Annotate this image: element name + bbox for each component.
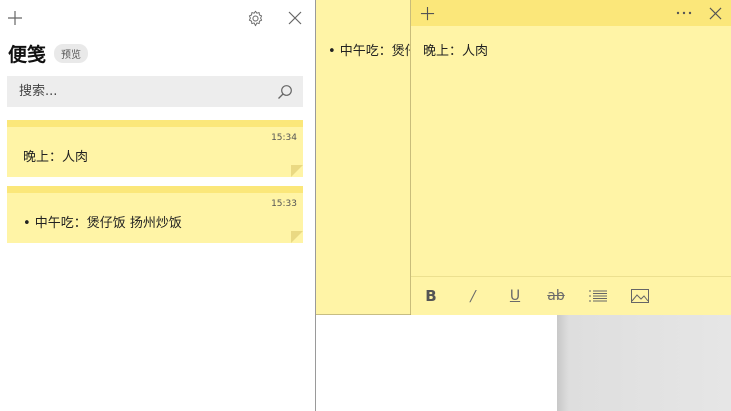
- bold-button[interactable]: B: [414, 277, 448, 315]
- plus-icon: [8, 11, 22, 25]
- close-note-button[interactable]: [705, 3, 725, 23]
- note-titlebar[interactable]: [411, 0, 731, 26]
- note-card[interactable]: 15:34 晚上：人肉: [7, 120, 303, 177]
- strikethrough-button[interactable]: ab: [539, 277, 573, 315]
- note-fold-corner: [291, 231, 303, 243]
- note-card[interactable]: 15:33 • 中午吃：煲仔饭 扬州炒饭: [7, 186, 303, 243]
- app-title: 便笺: [8, 44, 47, 66]
- list-icon: [589, 290, 607, 302]
- note-preview-text: 晚上：人肉: [23, 150, 89, 165]
- note-editor-text: 晚上：人肉: [423, 44, 489, 59]
- plus-icon: [420, 6, 434, 20]
- search-button[interactable]: [275, 82, 295, 102]
- italic-button[interactable]: /: [456, 277, 490, 315]
- title-row: 便笺 预览: [8, 40, 89, 67]
- gear-icon: [248, 10, 262, 26]
- note-editor[interactable]: 晚上：人肉: [423, 40, 488, 59]
- background-note-window[interactable]: • 中午吃：煲仔饭: [316, 0, 411, 315]
- search-input[interactable]: [7, 76, 279, 107]
- note-timestamp: 15:33: [271, 199, 297, 209]
- image-icon: [631, 289, 649, 303]
- more-icon: [676, 11, 692, 15]
- note-timestamp: 15:34: [271, 133, 297, 143]
- notes-list-panel: 便笺 预览 15:34 晚上：人肉 15:33 • 中午吃：煲仔饭 扬州炒饭: [0, 0, 315, 411]
- note-window: 晚上：人肉 B / U ab: [410, 0, 731, 315]
- insert-image-button[interactable]: [623, 277, 657, 315]
- bullet-list-button[interactable]: [581, 277, 615, 315]
- note-fold-corner: [291, 165, 303, 177]
- close-list-button[interactable]: [285, 8, 305, 28]
- search-box: [7, 76, 303, 107]
- search-icon: [278, 85, 292, 99]
- background-note-text: • 中午吃：煲仔饭: [328, 44, 411, 59]
- window-shadow: [557, 314, 731, 411]
- more-options-button[interactable]: [673, 3, 695, 23]
- settings-button[interactable]: [245, 8, 265, 28]
- close-icon: [709, 7, 721, 19]
- close-icon: [288, 11, 302, 25]
- preview-badge: 预览: [54, 44, 89, 63]
- new-note-button[interactable]: [5, 8, 25, 28]
- new-note-button[interactable]: [417, 3, 437, 23]
- format-toolbar: B / U ab: [411, 276, 731, 315]
- underline-button[interactable]: U: [498, 277, 532, 315]
- note-preview-text: • 中午吃：煲仔饭 扬州炒饭: [23, 216, 182, 231]
